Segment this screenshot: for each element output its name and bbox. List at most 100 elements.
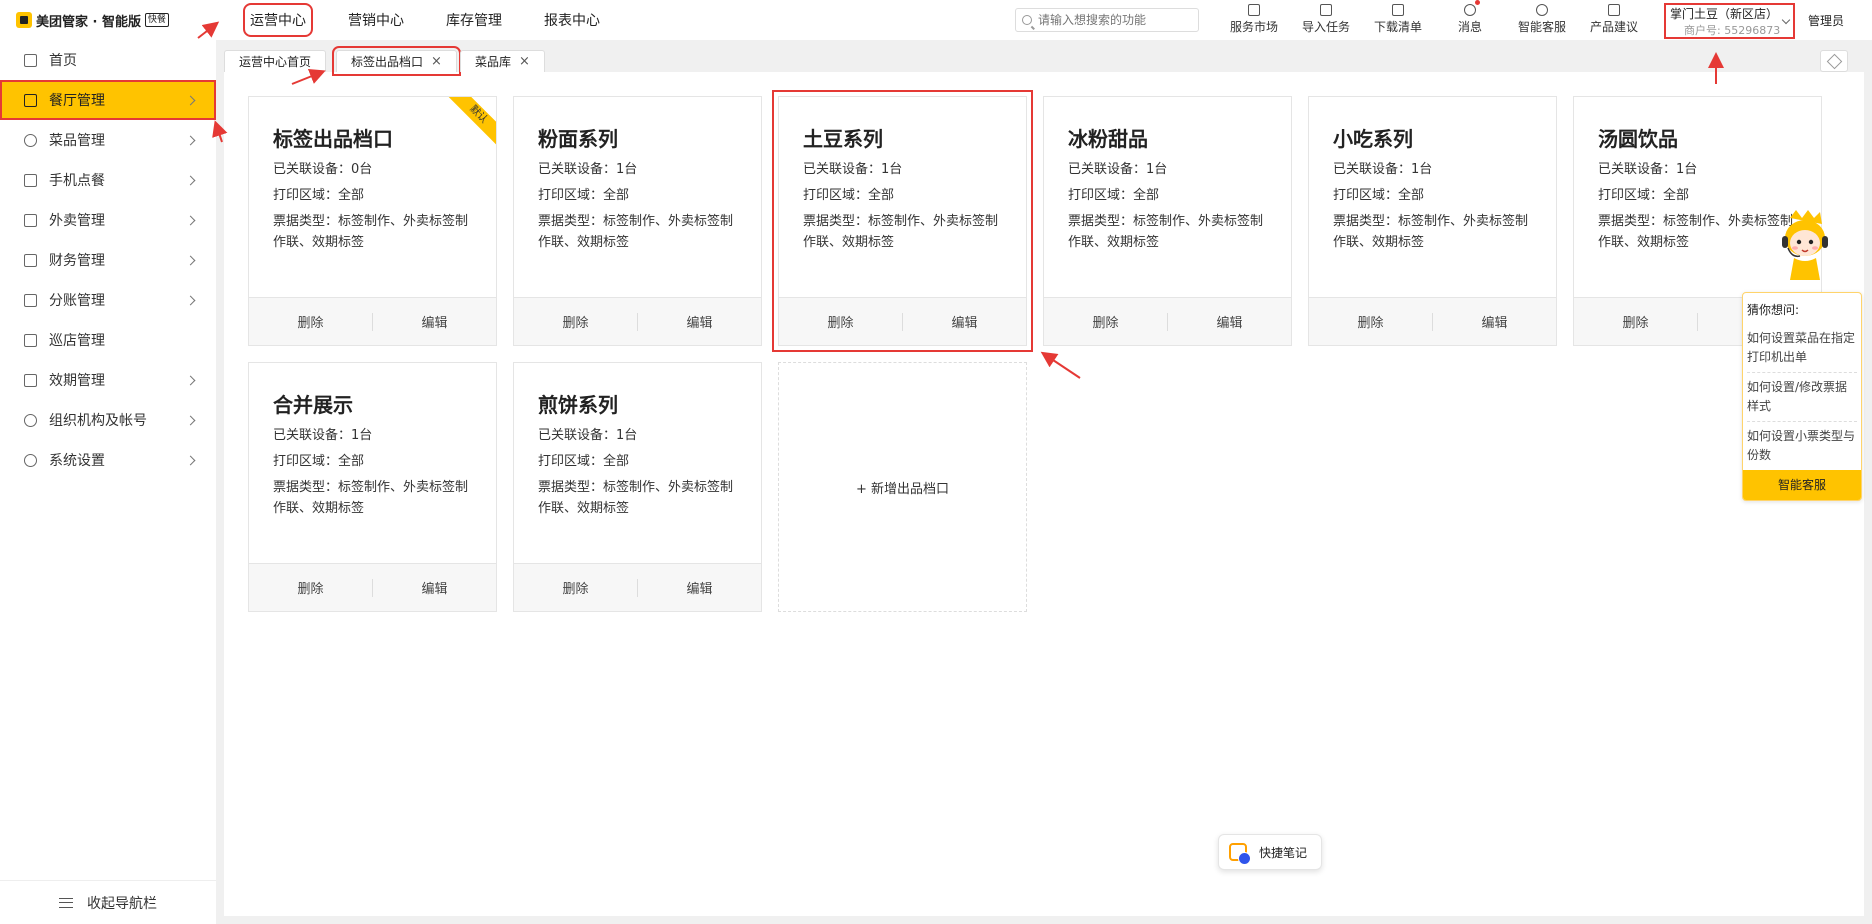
delete-button[interactable]: 删除: [1309, 312, 1432, 331]
page-tabs: 运营中心首页 标签出品档口 × 菜品库 ×: [224, 46, 1864, 76]
edit-button[interactable]: 编辑: [373, 578, 496, 597]
delete-button[interactable]: 删除: [1044, 312, 1167, 331]
faq-title: 猜你想问:: [1747, 303, 1800, 317]
linked-devices: 已关联设备：1台: [803, 162, 903, 177]
linked-devices: 已关联设备：1台: [1068, 162, 1168, 177]
collapse-icon: [59, 897, 73, 908]
sidebar-item-inspection[interactable]: 巡店管理: [0, 320, 216, 360]
close-icon[interactable]: ×: [519, 54, 530, 69]
quick-note-button[interactable]: 快捷笔记: [1218, 834, 1322, 870]
unread-dot: [1475, 0, 1480, 5]
chevron-right-icon: [185, 455, 196, 466]
tab-operations-home[interactable]: 运营中心首页: [224, 50, 327, 72]
delete-button[interactable]: 删除: [249, 312, 372, 331]
ticket-types: 票据类型：标签制作、外卖标签制作联、效期标签: [538, 480, 734, 516]
store-name: 掌门土豆（新区店）: [1670, 6, 1779, 21]
topnav-reports[interactable]: 报表中心: [544, 10, 600, 30]
sidebar-item-organization[interactable]: 组织机构及帐号: [0, 400, 216, 440]
search-box[interactable]: [1015, 8, 1199, 32]
sidebar-item-delivery[interactable]: 外卖管理: [0, 200, 216, 240]
print-area: 打印区域：全部: [538, 454, 630, 469]
close-icon[interactable]: ×: [431, 54, 442, 69]
ticket-types: 票据类型：标签制作、外卖标签制作联、效期标签: [538, 214, 734, 250]
tool-label: 下载清单: [1373, 20, 1422, 34]
delete-button[interactable]: 删除: [514, 578, 637, 597]
tabs-menu-button[interactable]: [1820, 50, 1848, 72]
edit-button[interactable]: 编辑: [373, 312, 496, 331]
linked-devices: 已关联设备：1台: [538, 428, 638, 443]
print-area: 打印区域：全部: [273, 454, 365, 469]
calendar-icon: [24, 373, 37, 387]
delete-button[interactable]: 删除: [1574, 312, 1697, 331]
faq-question[interactable]: 如何设置菜品在指定打印机出单: [1747, 329, 1857, 367]
topnav-operations[interactable]: 运营中心: [243, 3, 313, 37]
admin-menu[interactable]: 管理员: [1808, 12, 1844, 29]
edit-button[interactable]: 编辑: [903, 312, 1026, 331]
sidebar-item-dishes[interactable]: 菜品管理: [0, 120, 216, 160]
sidebar-item-restaurant[interactable]: 餐厅管理: [0, 80, 216, 120]
app-logo[interactable]: 美团管家 · 智能版 快餐: [16, 0, 212, 40]
top-bar: 美团管家 · 智能版 快餐 运营中心 营销中心 库存管理 报表中心 服务市场 导…: [0, 0, 1872, 40]
edit-button[interactable]: 编辑: [1433, 312, 1556, 331]
product-feedback-button[interactable]: 产品建议: [1578, 4, 1650, 35]
station-card: 煎饼系列 已关联设备：1台 打印区域：全部 票据类型：标签制作、外卖标签制作联、…: [513, 362, 762, 612]
sidebar-item-label: 手机点餐: [49, 173, 105, 189]
faq-question[interactable]: 如何设置小票类型与份数: [1747, 427, 1857, 465]
store-switcher[interactable]: 掌门土豆（新区店） 商户号: 55296873: [1664, 3, 1795, 39]
edit-button[interactable]: 编辑: [1168, 312, 1291, 331]
card-actions: 删除 编辑: [514, 563, 761, 611]
merchant-id: 商户号: 55296873: [1684, 23, 1781, 37]
note-icon: [1229, 843, 1251, 865]
search-input[interactable]: [1038, 13, 1188, 27]
sidebar-item-split-account[interactable]: 分账管理: [0, 280, 216, 320]
tab-dish-library[interactable]: 菜品库 ×: [460, 50, 545, 72]
linked-devices: 已关联设备：1台: [1598, 162, 1698, 177]
sidebar-item-expiry[interactable]: 效期管理: [0, 360, 216, 400]
messages-button[interactable]: 消息: [1434, 0, 1506, 35]
sidebar-item-home[interactable]: 首页: [0, 40, 216, 80]
assistant-mascot[interactable]: [1776, 208, 1834, 288]
service-market-button[interactable]: 服务市场: [1218, 4, 1290, 35]
sidebar-item-finance[interactable]: 财务管理: [0, 240, 216, 280]
dish-icon: [24, 133, 37, 147]
delete-button[interactable]: 删除: [779, 312, 902, 331]
sidebar-item-settings[interactable]: 系统设置: [0, 440, 216, 480]
collapse-sidebar-button[interactable]: 收起导航栏: [0, 880, 216, 924]
tab-label: 运营中心首页: [239, 55, 312, 69]
topnav-inventory[interactable]: 库存管理: [446, 10, 502, 30]
topnav-marketing[interactable]: 营销中心: [348, 10, 404, 30]
station-card: 土豆系列 已关联设备：1台 打印区域：全部 票据类型：标签制作、外卖标签制作联、…: [772, 90, 1033, 352]
sidebar-item-mobile-order[interactable]: 手机点餐: [0, 160, 216, 200]
tool-label: 智能客服: [1517, 20, 1566, 34]
station-title: 汤圆饮品: [1598, 127, 1678, 151]
chevron-right-icon: [185, 255, 196, 266]
station-title: 冰粉甜品: [1068, 127, 1148, 151]
delete-button[interactable]: 删除: [514, 312, 637, 331]
store-icon: [24, 93, 37, 107]
import-icon: [1320, 4, 1332, 16]
gear-icon: [24, 453, 37, 467]
tool-label: 服务市场: [1229, 20, 1278, 34]
tab-label: 菜品库: [475, 55, 512, 69]
smart-support-button[interactable]: 智能客服: [1506, 4, 1578, 35]
delete-button[interactable]: 删除: [249, 578, 372, 597]
edit-button[interactable]: 编辑: [638, 312, 761, 331]
import-task-button[interactable]: 导入任务: [1290, 4, 1362, 35]
faq-question[interactable]: 如何设置/修改票据样式: [1747, 378, 1857, 416]
sidebar-item-label: 财务管理: [49, 253, 105, 269]
ledger-icon: [24, 293, 37, 307]
edit-button[interactable]: 编辑: [638, 578, 761, 597]
message-icon: [1608, 4, 1620, 16]
print-area: 打印区域：全部: [273, 188, 365, 203]
download-list-button[interactable]: 下载清单: [1362, 4, 1434, 35]
linked-devices: 已关联设备：1台: [1333, 162, 1433, 177]
toolbar: 服务市场 导入任务 下载清单 消息 智能客服 产品建议: [1218, 0, 1650, 35]
tab-label-station[interactable]: 标签出品档口 ×: [332, 46, 461, 76]
sidebar-item-label: 巡店管理: [49, 333, 105, 349]
clipboard-icon: [24, 333, 37, 347]
bell-icon: [1464, 0, 1480, 16]
wallet-icon: [24, 253, 37, 267]
sidebar-item-label: 效期管理: [49, 373, 105, 389]
add-station-button[interactable]: + 新增出品档口: [778, 362, 1027, 612]
smart-support-button[interactable]: 智能客服: [1743, 470, 1861, 500]
